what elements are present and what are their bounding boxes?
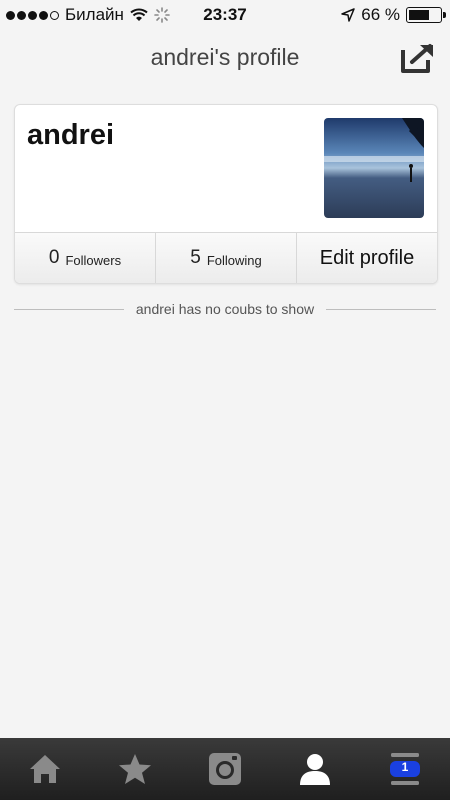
location-arrow-icon	[341, 8, 355, 22]
followers-count: 0	[48, 247, 60, 268]
tab-profile[interactable]	[290, 744, 340, 794]
status-right: 66 %	[341, 5, 446, 25]
camera-icon	[209, 753, 241, 785]
tab-home[interactable]	[20, 744, 70, 794]
following-label: Following	[206, 252, 262, 268]
battery-percent: 66 %	[361, 5, 400, 24]
edit-profile-button[interactable]: Edit profile	[297, 233, 437, 283]
following-count: 5	[190, 247, 201, 268]
notification-badge: 1	[401, 760, 409, 774]
profile-name: andrei	[27, 119, 115, 151]
profile-card: andrei 0 Followers 5 Following Edit prof…	[14, 104, 438, 284]
star-icon	[119, 754, 151, 784]
tab-bar: 1	[0, 738, 450, 800]
followers-button[interactable]: 0 Followers	[15, 233, 156, 283]
profile-stats-bar: 0 Followers 5 Following Edit profile	[15, 232, 437, 283]
edit-profile-label: Edit profile	[319, 246, 415, 269]
share-button[interactable]	[400, 42, 436, 74]
battery-icon	[406, 7, 446, 23]
status-bar: Билайн 23:37 66 %	[0, 0, 450, 30]
person-icon	[300, 754, 330, 785]
page-title: andrei's profile	[150, 44, 300, 70]
external-share-icon	[401, 44, 433, 73]
divider-right	[326, 308, 437, 310]
tab-featured[interactable]	[110, 744, 160, 794]
avatar[interactable]	[324, 118, 424, 218]
tab-notifications[interactable]: 1	[380, 744, 430, 794]
home-icon	[30, 755, 60, 783]
tab-create[interactable]	[200, 744, 250, 794]
followers-label: Followers	[65, 252, 122, 268]
avatar-photo	[324, 118, 424, 218]
empty-message: andrei has no coubs to show	[135, 301, 315, 317]
empty-state: andrei has no coubs to show	[14, 300, 437, 318]
divider-left	[14, 308, 124, 310]
following-button[interactable]: 5 Following	[156, 233, 297, 283]
